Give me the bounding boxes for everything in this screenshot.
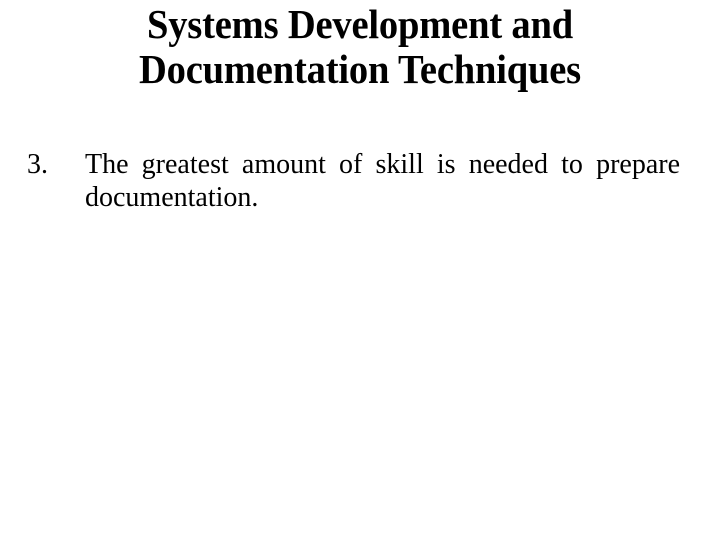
slide-title-line-2: Documentation Techniques	[138, 46, 582, 92]
empty-content-area	[0, 236, 720, 540]
list-item: 3. The greatest amount of skill is neede…	[0, 148, 720, 247]
slide-canvas: Systems Development and Documentation Te…	[0, 0, 720, 540]
list-item-text: The greatest amount of skill is needed t…	[85, 149, 680, 213]
list-item-number: 3.	[27, 149, 48, 180]
slide-body: 3. The greatest amount of skill is neede…	[0, 148, 720, 247]
slide-title-line-1: Systems Development and	[146, 1, 574, 47]
slide-title: Systems Development and Documentation Te…	[0, 0, 720, 92]
